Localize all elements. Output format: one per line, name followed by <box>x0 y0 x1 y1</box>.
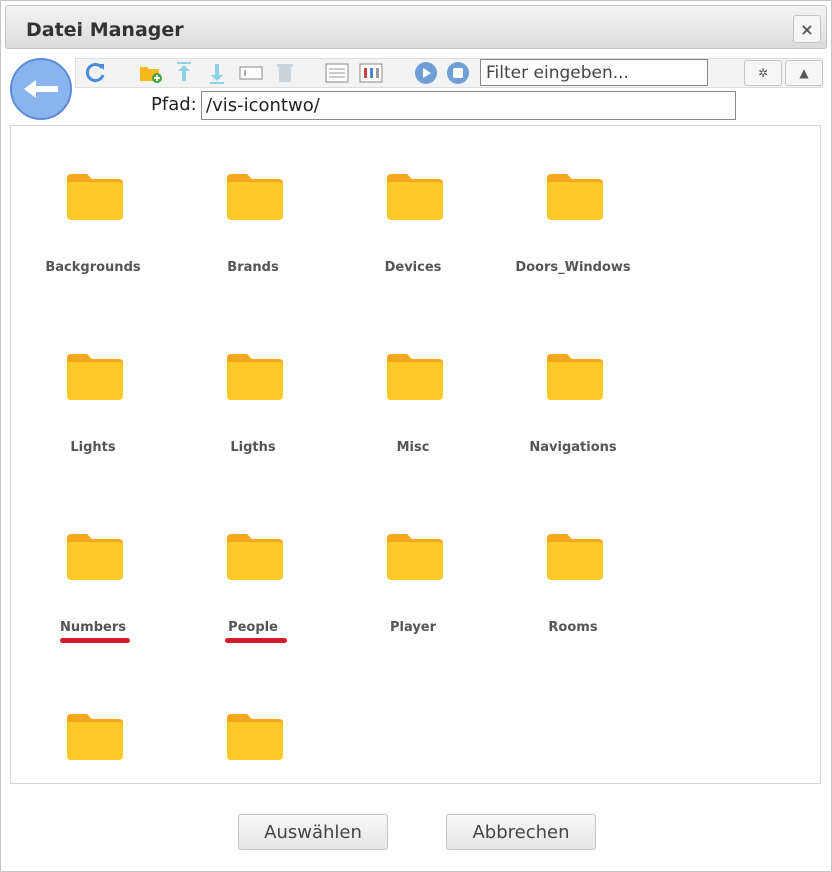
rename-button[interactable] <box>238 60 264 86</box>
upload-icon <box>177 62 191 81</box>
folder-icon <box>387 354 443 400</box>
upload-button[interactable] <box>171 60 197 86</box>
folder-item[interactable]: Ligths <box>173 306 333 466</box>
play-icon <box>415 62 437 84</box>
folder-icon <box>547 534 603 580</box>
folder-icon <box>67 534 123 580</box>
gear-icon: ✲ <box>757 66 769 80</box>
path-input[interactable] <box>201 91 736 120</box>
new-folder-button[interactable] <box>138 60 164 86</box>
folder-name: Navigations <box>529 440 617 455</box>
cancel-button[interactable]: Abbrechen <box>446 814 596 850</box>
folder-icon <box>387 534 443 580</box>
folder-name: Misc <box>396 440 430 455</box>
folder-name: Devices <box>384 260 442 275</box>
warning-button[interactable]: ▲ <box>785 60 823 86</box>
file-manager-dialog: Datei Manager × Filter eingeben... ✲ ▲ P… <box>0 0 832 872</box>
folder-name: Brands <box>227 260 279 275</box>
folder-icon <box>547 354 603 400</box>
folder-name: Player <box>389 620 437 635</box>
folder-item[interactable]: Player <box>333 486 493 646</box>
back-button[interactable] <box>10 58 72 120</box>
folder-icon <box>227 174 283 220</box>
dialog-titlebar[interactable]: Datei Manager × <box>5 5 827 49</box>
path-label: Pfad: <box>151 94 197 115</box>
folder-item[interactable]: Backgrounds <box>13 126 173 286</box>
stop-button[interactable] <box>445 60 471 86</box>
folder-icon <box>67 174 123 220</box>
arrow-left-icon <box>24 80 58 98</box>
download-icon <box>210 64 224 84</box>
folder-icon <box>227 534 283 580</box>
folder-item[interactable]: Misc <box>333 306 493 466</box>
folder-name: Lights <box>70 440 116 455</box>
folder-name: Doors_Windows <box>515 260 631 275</box>
folder-icon <box>547 174 603 220</box>
close-icon: × <box>800 19 814 39</box>
folder-grid: Backgrounds Brands Devices Doors_Windows Lig… <box>10 125 821 784</box>
delete-button[interactable] <box>272 60 298 86</box>
folder-icon <box>67 714 123 760</box>
folder-name: Backgrounds <box>45 260 141 275</box>
close-button[interactable]: × <box>793 15 821 43</box>
list-view-icon <box>325 63 349 83</box>
folder-item[interactable] <box>13 666 173 783</box>
refresh-icon <box>85 63 105 82</box>
folder-item[interactable]: Navigations <box>493 306 653 466</box>
download-button[interactable] <box>204 60 230 86</box>
delete-icon <box>277 64 293 82</box>
folder-item[interactable] <box>173 666 333 783</box>
folder-icon <box>227 354 283 400</box>
dialog-title: Datei Manager <box>26 19 184 41</box>
folder-item[interactable]: Doors_Windows <box>493 126 653 286</box>
refresh-button[interactable] <box>82 60 108 86</box>
folder-icon <box>387 174 443 220</box>
stop-icon <box>447 62 469 84</box>
folder-name: Ligths <box>230 440 276 455</box>
folder-icon <box>227 714 283 760</box>
settings-button[interactable]: ✲ <box>744 60 782 86</box>
folder-name: Numbers <box>60 620 126 635</box>
folder-icon <box>67 354 123 400</box>
rename-icon <box>239 66 263 80</box>
details-view-icon <box>359 63 383 83</box>
details-view-button[interactable] <box>358 60 384 86</box>
warning-icon: ▲ <box>799 66 809 80</box>
folder-item[interactable]: Brands <box>173 126 333 286</box>
list-view-button[interactable] <box>324 60 350 86</box>
play-button[interactable] <box>413 60 439 86</box>
folder-item[interactable]: People <box>173 486 333 646</box>
folder-item[interactable]: Devices <box>333 126 493 286</box>
select-button[interactable]: Auswählen <box>238 814 388 850</box>
folder-item[interactable]: Rooms <box>493 486 653 646</box>
new-folder-icon <box>140 67 162 83</box>
folder-item[interactable]: Numbers <box>13 486 173 646</box>
folder-name: People <box>228 620 278 635</box>
folder-item[interactable]: Lights <box>13 306 173 466</box>
filter-input[interactable] <box>480 59 708 86</box>
folder-name: Rooms <box>548 620 598 635</box>
